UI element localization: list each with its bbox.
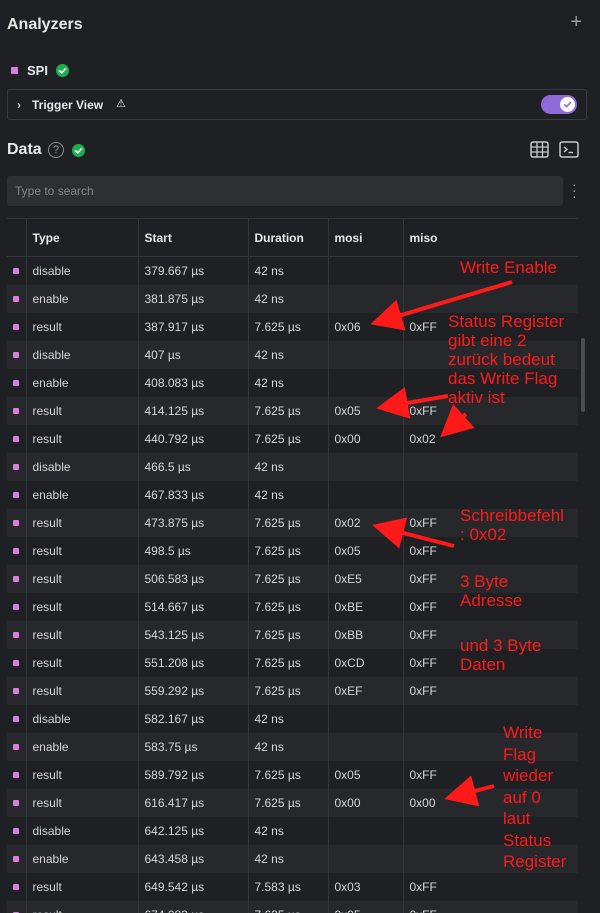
arrow-status-mosi <box>376 387 449 419</box>
arrow-write-flag <box>444 775 495 807</box>
annotation-arrows <box>370 280 513 807</box>
arrow-write-enable <box>370 280 513 331</box>
arrow-write-command <box>372 517 455 549</box>
arrow-status-miso <box>440 404 475 438</box>
